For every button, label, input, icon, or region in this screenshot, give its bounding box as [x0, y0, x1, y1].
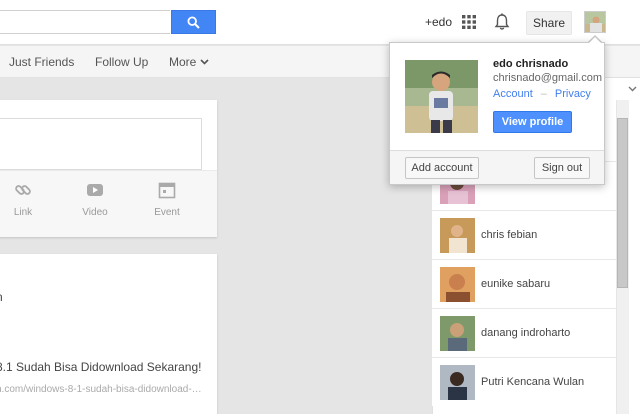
compose-actions: Link Video Event: [0, 170, 217, 237]
view-profile-button[interactable]: View profile: [493, 111, 572, 133]
link-separator: –: [540, 88, 547, 100]
video-label: Video: [82, 207, 108, 218]
event-label: Event: [154, 207, 180, 218]
post-link-title[interactable]: 8.1 Sudah Bisa Didownload Sekarang!: [0, 360, 201, 374]
person-avatar: [440, 217, 475, 253]
post-author-fragment: n: [0, 290, 3, 304]
user-profile-link[interactable]: +edo: [425, 15, 452, 29]
account-link[interactable]: Account: [493, 88, 533, 100]
account-profile-photo[interactable]: [405, 60, 478, 133]
event-icon: [158, 182, 176, 199]
compose-input[interactable]: [0, 118, 202, 170]
video-icon: [87, 184, 103, 196]
add-link-button[interactable]: Link: [0, 181, 48, 218]
notifications-bell-icon[interactable]: [494, 13, 510, 31]
post-card: n 8.1 Sudah Bisa Didownload Sekarang! n.…: [0, 254, 217, 414]
nav-more-label: More: [169, 55, 197, 69]
top-bar: +edo Share: [0, 0, 640, 45]
search-icon: [187, 15, 200, 29]
apps-grid-icon[interactable]: [462, 15, 476, 29]
person-avatar: [440, 315, 475, 351]
nav-item-follow-up[interactable]: Follow Up: [95, 55, 148, 69]
sign-out-button[interactable]: Sign out: [534, 157, 590, 179]
add-video-button[interactable]: Video: [70, 181, 120, 218]
search-input[interactable]: [0, 10, 170, 34]
person-name: chris febian: [481, 229, 538, 241]
chevron-down-icon: [200, 59, 209, 65]
add-event-button[interactable]: Event: [142, 181, 192, 218]
privacy-link[interactable]: Privacy: [555, 88, 591, 100]
add-account-button[interactable]: Add account: [405, 157, 479, 179]
account-popup-footer: Add account Sign out: [390, 150, 604, 184]
person-name: eunike sabaru: [481, 278, 551, 290]
popup-arrow-inner: [588, 37, 602, 44]
account-name: edo chrisnado: [493, 58, 569, 70]
search-button[interactable]: [171, 10, 216, 34]
person-avatar: [440, 364, 475, 400]
account-links: Account – Privacy: [493, 88, 591, 100]
person-avatar: [440, 266, 475, 302]
person-list-item[interactable]: eunike sabaru: [432, 259, 616, 308]
person-name: Putri Kencana Wulan: [481, 376, 585, 388]
link-label: Link: [13, 207, 33, 218]
person-list-item[interactable]: chris febian: [432, 210, 616, 259]
scrollbar-thumb[interactable]: [617, 118, 628, 288]
nav-item-more[interactable]: More: [169, 55, 209, 69]
share-button[interactable]: Share: [526, 11, 572, 35]
person-list-item[interactable]: Putri Kencana Wulan: [432, 357, 616, 406]
share-box-card: Link Video Event: [0, 100, 217, 237]
panel-chevron-down-icon[interactable]: [628, 86, 637, 92]
account-avatar[interactable]: [584, 11, 606, 33]
link-icon: [15, 185, 31, 195]
account-email: chrisnado@gmail.com: [493, 72, 602, 84]
person-name: danang indroharto: [481, 327, 571, 339]
person-list-item[interactable]: danang indroharto: [432, 308, 616, 357]
account-popup: edo chrisnado chrisnado@gmail.com Accoun…: [389, 42, 605, 185]
nav-item-just-friends[interactable]: Just Friends: [9, 55, 74, 69]
post-link-url: n.com/windows-8-1-sudah-bisa-didownload-…: [0, 384, 202, 395]
